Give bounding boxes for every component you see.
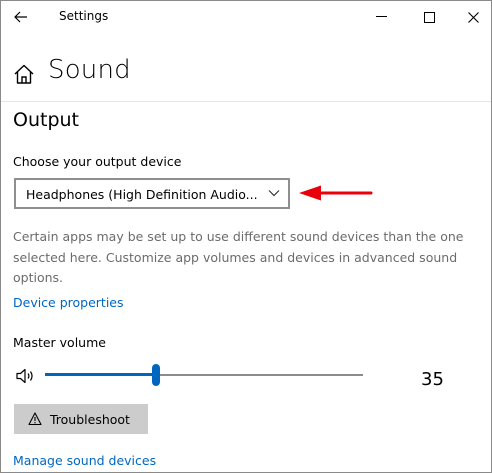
slider-thumb[interactable] xyxy=(152,364,160,386)
device-properties-link[interactable]: Device properties xyxy=(13,295,124,310)
title-bar: Settings xyxy=(1,1,491,33)
manage-sound-devices-link[interactable]: Manage sound devices xyxy=(13,453,156,468)
master-volume-label: Master volume xyxy=(13,335,106,350)
maximize-icon xyxy=(423,11,435,23)
output-device-dropdown[interactable]: Headphones (High Definition Audio... xyxy=(14,178,290,209)
home-icon[interactable] xyxy=(13,63,35,85)
section-title-output: Output xyxy=(13,109,79,131)
troubleshoot-label: Troubleshoot xyxy=(50,411,130,427)
back-button[interactable] xyxy=(7,4,35,30)
page-header: Sound xyxy=(1,53,491,101)
dropdown-selected-value: Headphones (High Definition Audio... xyxy=(26,187,258,202)
maximize-button[interactable] xyxy=(411,3,447,31)
chevron-down-icon xyxy=(268,190,280,197)
close-icon xyxy=(467,11,479,23)
window-title: Settings xyxy=(59,9,109,23)
annotation-arrow xyxy=(299,185,373,201)
speaker-icon[interactable] xyxy=(15,367,37,385)
page-title: Sound xyxy=(48,55,131,85)
slider-track-fill xyxy=(45,373,156,376)
settings-window: Settings Sound Output Choose your output… xyxy=(0,0,492,473)
back-arrow-icon xyxy=(14,11,27,23)
minimize-icon xyxy=(375,16,387,17)
minimize-button[interactable] xyxy=(363,3,399,31)
warning-icon xyxy=(28,412,42,426)
volume-value: 35 xyxy=(421,369,444,390)
master-volume-slider[interactable] xyxy=(45,364,363,386)
close-button[interactable] xyxy=(455,3,491,31)
output-device-label: Choose your output device xyxy=(13,154,182,169)
troubleshoot-button[interactable]: Troubleshoot xyxy=(14,404,148,434)
output-help-text: Certain apps may be set up to use differ… xyxy=(13,229,464,285)
header-divider xyxy=(1,101,491,102)
